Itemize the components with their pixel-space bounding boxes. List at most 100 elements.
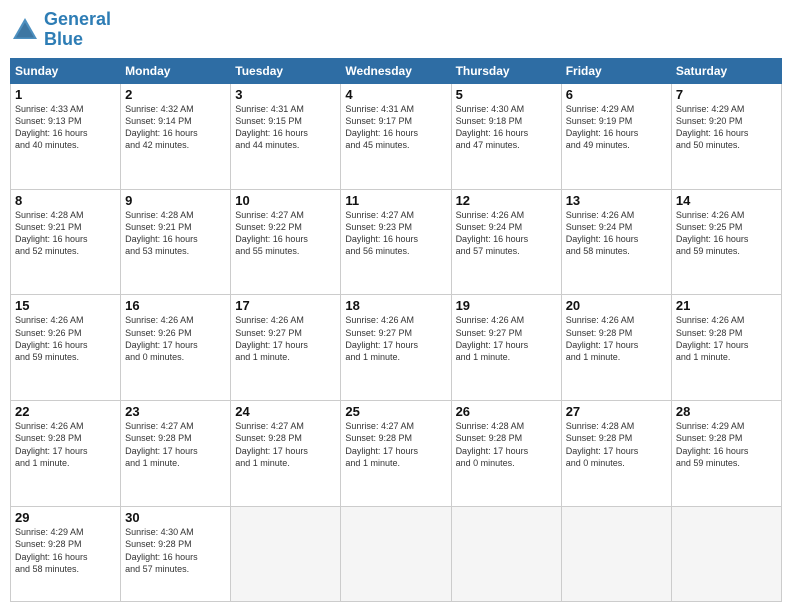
day-info: Sunrise: 4:26 AM Sunset: 9:26 PM Dayligh…: [125, 314, 226, 363]
day-number: 13: [566, 193, 667, 208]
logo-text: General Blue: [44, 10, 111, 50]
day-number: 7: [676, 87, 777, 102]
day-info: Sunrise: 4:26 AM Sunset: 9:28 PM Dayligh…: [566, 314, 667, 363]
calendar-cell: 7Sunrise: 4:29 AM Sunset: 9:20 PM Daylig…: [671, 83, 781, 189]
calendar-cell: 30Sunrise: 4:30 AM Sunset: 9:28 PM Dayli…: [121, 507, 231, 602]
calendar-table: SundayMondayTuesdayWednesdayThursdayFrid…: [10, 58, 782, 602]
day-number: 10: [235, 193, 336, 208]
calendar-cell: 12Sunrise: 4:26 AM Sunset: 9:24 PM Dayli…: [451, 189, 561, 295]
calendar-cell: 8Sunrise: 4:28 AM Sunset: 9:21 PM Daylig…: [11, 189, 121, 295]
calendar-week-row: 22Sunrise: 4:26 AM Sunset: 9:28 PM Dayli…: [11, 401, 782, 507]
calendar-cell: 10Sunrise: 4:27 AM Sunset: 9:22 PM Dayli…: [231, 189, 341, 295]
day-number: 17: [235, 298, 336, 313]
calendar-cell: 22Sunrise: 4:26 AM Sunset: 9:28 PM Dayli…: [11, 401, 121, 507]
day-number: 26: [456, 404, 557, 419]
calendar-cell: 27Sunrise: 4:28 AM Sunset: 9:28 PM Dayli…: [561, 401, 671, 507]
calendar-cell: 9Sunrise: 4:28 AM Sunset: 9:21 PM Daylig…: [121, 189, 231, 295]
weekday-header-row: SundayMondayTuesdayWednesdayThursdayFrid…: [11, 58, 782, 83]
day-info: Sunrise: 4:29 AM Sunset: 9:28 PM Dayligh…: [676, 420, 777, 469]
calendar-cell: 4Sunrise: 4:31 AM Sunset: 9:17 PM Daylig…: [341, 83, 451, 189]
calendar-cell: 16Sunrise: 4:26 AM Sunset: 9:26 PM Dayli…: [121, 295, 231, 401]
day-number: 29: [15, 510, 116, 525]
calendar-cell: [341, 507, 451, 602]
day-info: Sunrise: 4:26 AM Sunset: 9:27 PM Dayligh…: [456, 314, 557, 363]
day-info: Sunrise: 4:27 AM Sunset: 9:28 PM Dayligh…: [345, 420, 446, 469]
day-number: 1: [15, 87, 116, 102]
calendar-week-row: 15 Sunrise: 4:26 AM Sunset: 9:26 PM Dayli…: [11, 295, 782, 401]
day-number: 4: [345, 87, 446, 102]
calendar-week-row: 29Sunrise: 4:29 AM Sunset: 9:28 PM Dayli…: [11, 507, 782, 602]
day-info: Sunrise: 4:27 AM Sunset: 9:28 PM Dayligh…: [235, 420, 336, 469]
day-number: 6: [566, 87, 667, 102]
day-info: Sunrise: 4:29 AM Sunset: 9:20 PM Dayligh…: [676, 103, 777, 152]
day-number: 25: [345, 404, 446, 419]
calendar-cell: 23Sunrise: 4:27 AM Sunset: 9:28 PM Dayli…: [121, 401, 231, 507]
day-info: Sunrise: 4:27 AM Sunset: 9:28 PM Dayligh…: [125, 420, 226, 469]
day-info: Sunrise: 4:29 AM Sunset: 9:28 PM Dayligh…: [15, 526, 116, 575]
calendar-cell: 25Sunrise: 4:27 AM Sunset: 9:28 PM Dayli…: [341, 401, 451, 507]
day-number: 12: [456, 193, 557, 208]
day-number: 3: [235, 87, 336, 102]
day-info: Sunrise: 4:28 AM Sunset: 9:28 PM Dayligh…: [566, 420, 667, 469]
day-info: Sunrise: 4:31 AM Sunset: 9:15 PM Dayligh…: [235, 103, 336, 152]
day-info: Sunrise: 4:28 AM Sunset: 9:21 PM Dayligh…: [15, 209, 116, 258]
calendar-cell: [561, 507, 671, 602]
calendar-cell: 21Sunrise: 4:26 AM Sunset: 9:28 PM Dayli…: [671, 295, 781, 401]
calendar-cell: 3Sunrise: 4:31 AM Sunset: 9:15 PM Daylig…: [231, 83, 341, 189]
day-number: 15: [15, 298, 116, 313]
calendar-cell: 6Sunrise: 4:29 AM Sunset: 9:19 PM Daylig…: [561, 83, 671, 189]
page: General Blue SundayMondayTuesdayWednesda…: [0, 0, 792, 612]
calendar-cell: 26Sunrise: 4:28 AM Sunset: 9:28 PM Dayli…: [451, 401, 561, 507]
day-number: 23: [125, 404, 226, 419]
day-info: Sunrise: 4:26 AM Sunset: 9:27 PM Dayligh…: [235, 314, 336, 363]
calendar-cell: 14Sunrise: 4:26 AM Sunset: 9:25 PM Dayli…: [671, 189, 781, 295]
day-info: Sunrise: 4:29 AM Sunset: 9:19 PM Dayligh…: [566, 103, 667, 152]
day-number: 9: [125, 193, 226, 208]
weekday-header: Friday: [561, 58, 671, 83]
day-info: Sunrise: 4:26 AM Sunset: 9:28 PM Dayligh…: [676, 314, 777, 363]
day-number: 28: [676, 404, 777, 419]
calendar-week-row: 8Sunrise: 4:28 AM Sunset: 9:21 PM Daylig…: [11, 189, 782, 295]
logo-icon: [10, 15, 40, 45]
day-number: 30: [125, 510, 226, 525]
day-info: Sunrise: 4:30 AM Sunset: 9:18 PM Dayligh…: [456, 103, 557, 152]
calendar-cell: 11Sunrise: 4:27 AM Sunset: 9:23 PM Dayli…: [341, 189, 451, 295]
calendar-cell: 19Sunrise: 4:26 AM Sunset: 9:27 PM Dayli…: [451, 295, 561, 401]
day-info: Sunrise: 4:28 AM Sunset: 9:21 PM Dayligh…: [125, 209, 226, 258]
day-number: 22: [15, 404, 116, 419]
weekday-header: Thursday: [451, 58, 561, 83]
calendar-cell: 5Sunrise: 4:30 AM Sunset: 9:18 PM Daylig…: [451, 83, 561, 189]
day-info: Sunrise: 4:33 AM Sunset: 9:13 PM Dayligh…: [15, 103, 116, 152]
calendar-cell: 13Sunrise: 4:26 AM Sunset: 9:24 PM Dayli…: [561, 189, 671, 295]
day-info: Sunrise: 4:26 AM Sunset: 9:25 PM Dayligh…: [676, 209, 777, 258]
day-number: 24: [235, 404, 336, 419]
calendar-cell: 24Sunrise: 4:27 AM Sunset: 9:28 PM Dayli…: [231, 401, 341, 507]
calendar-cell: 1Sunrise: 4:33 AM Sunset: 9:13 PM Daylig…: [11, 83, 121, 189]
logo: General Blue: [10, 10, 111, 50]
weekday-header: Saturday: [671, 58, 781, 83]
day-info: Sunrise: 4:26 AM Sunset: 9:24 PM Dayligh…: [566, 209, 667, 258]
day-info: Sunrise: 4:26 AM Sunset: 9:28 PM Dayligh…: [15, 420, 116, 469]
day-number: 5: [456, 87, 557, 102]
day-number: 18: [345, 298, 446, 313]
day-number: 21: [676, 298, 777, 313]
weekday-header: Monday: [121, 58, 231, 83]
calendar-cell: 2Sunrise: 4:32 AM Sunset: 9:14 PM Daylig…: [121, 83, 231, 189]
day-info: Sunrise: 4:28 AM Sunset: 9:28 PM Dayligh…: [456, 420, 557, 469]
day-info: Sunrise: 4:32 AM Sunset: 9:14 PM Dayligh…: [125, 103, 226, 152]
day-info: Sunrise: 4:26 AM Sunset: 9:27 PM Dayligh…: [345, 314, 446, 363]
calendar-cell: 17Sunrise: 4:26 AM Sunset: 9:27 PM Dayli…: [231, 295, 341, 401]
calendar-cell: 29Sunrise: 4:29 AM Sunset: 9:28 PM Dayli…: [11, 507, 121, 602]
day-number: 8: [15, 193, 116, 208]
header: General Blue: [10, 10, 782, 50]
calendar-cell: 15Sunrise: 4:26 AM Sunset: 9:26 PM Dayli…: [11, 295, 121, 401]
calendar-cell: 28Sunrise: 4:29 AM Sunset: 9:28 PM Dayli…: [671, 401, 781, 507]
day-info: Sunrise: 4:27 AM Sunset: 9:22 PM Dayligh…: [235, 209, 336, 258]
day-number: 19: [456, 298, 557, 313]
calendar-cell: 20Sunrise: 4:26 AM Sunset: 9:28 PM Dayli…: [561, 295, 671, 401]
day-info: Sunrise: 4:31 AM Sunset: 9:17 PM Dayligh…: [345, 103, 446, 152]
day-number: 20: [566, 298, 667, 313]
weekday-header: Sunday: [11, 58, 121, 83]
calendar-cell: [671, 507, 781, 602]
weekday-header: Tuesday: [231, 58, 341, 83]
